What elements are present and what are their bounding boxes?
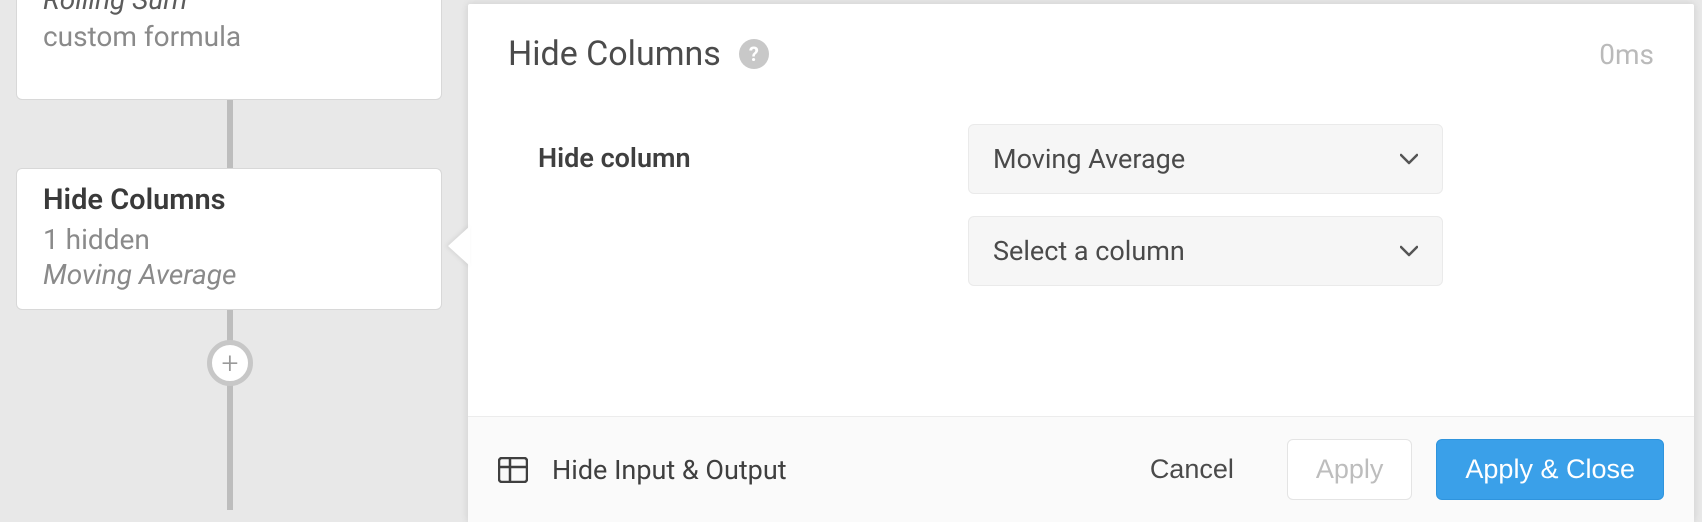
help-icon[interactable]: ? xyxy=(739,39,769,69)
node-title: Rolling Sum xyxy=(43,0,415,16)
panel-title: Hide Columns xyxy=(508,34,721,74)
hide-column-select-2[interactable]: Select a column xyxy=(968,216,1443,286)
flow-canvas[interactable]: Rolling Sum custom formula Hide Columns … xyxy=(0,0,470,522)
node-title: Hide Columns xyxy=(43,183,415,217)
execution-time: 0ms xyxy=(1599,38,1654,71)
node-hidden-column: Moving Average xyxy=(43,258,415,291)
panel-header: Hide Columns ? 0ms xyxy=(468,4,1694,84)
select-value: Select a column xyxy=(993,235,1185,267)
plus-icon: + xyxy=(222,346,239,381)
connector-line xyxy=(227,100,233,168)
table-icon xyxy=(498,457,528,483)
hide-column-select-1[interactable]: Moving Average xyxy=(968,124,1443,194)
config-panel: Hide Columns ? 0ms Hide column Moving Av… xyxy=(468,4,1694,522)
select-stack: Moving Average Select a column xyxy=(968,124,1650,286)
hide-column-label: Hide column xyxy=(538,124,968,174)
chevron-down-icon xyxy=(1400,149,1418,170)
panel-footer: Hide Input & Output Cancel Apply Apply &… xyxy=(468,416,1694,522)
panel-pointer xyxy=(448,226,470,266)
apply-and-close-button[interactable]: Apply & Close xyxy=(1436,439,1664,500)
node-subtitle: custom formula xyxy=(43,20,415,53)
flow-node-rolling-sum[interactable]: Rolling Sum custom formula xyxy=(16,0,442,100)
panel-body: Hide column Moving Average Select a colu… xyxy=(468,84,1694,416)
cancel-button[interactable]: Cancel xyxy=(1121,439,1263,500)
node-hidden-count: 1 hidden xyxy=(43,223,415,256)
chevron-down-icon xyxy=(1400,241,1418,262)
add-node-button[interactable]: + xyxy=(207,340,253,386)
hide-column-row: Hide column Moving Average Select a colu… xyxy=(538,124,1650,286)
apply-button[interactable]: Apply xyxy=(1287,439,1413,500)
select-value: Moving Average xyxy=(993,143,1185,175)
hide-io-toggle[interactable]: Hide Input & Output xyxy=(552,454,787,486)
flow-node-hide-columns[interactable]: Hide Columns 1 hidden Moving Average xyxy=(16,168,442,310)
